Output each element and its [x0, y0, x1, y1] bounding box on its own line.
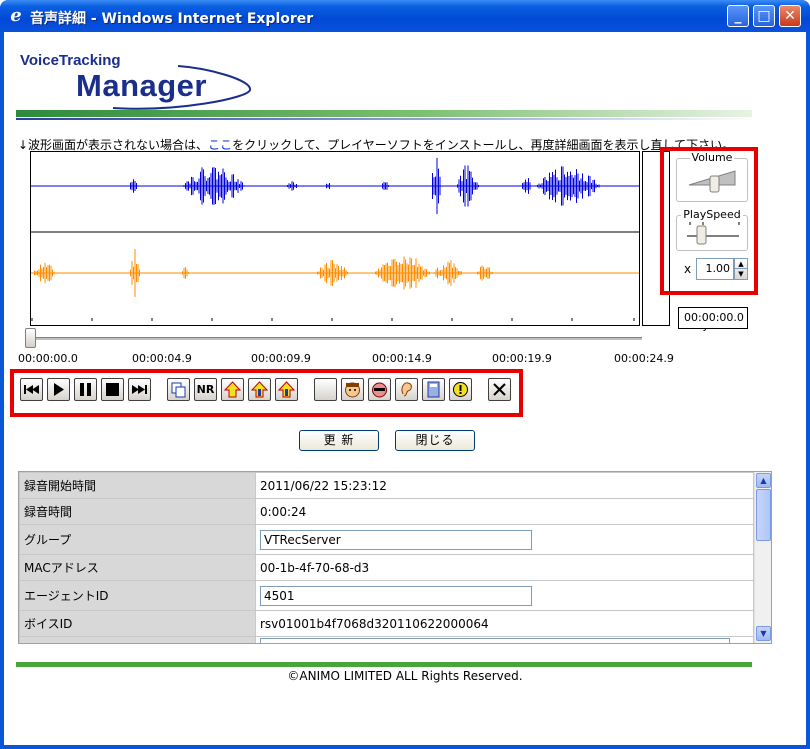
scroll-up-icon[interactable]: ▲	[756, 473, 771, 488]
scroll-down-icon[interactable]: ▼	[756, 626, 771, 641]
window-title: 音声詳細 - Windows Internet Explorer	[30, 11, 314, 27]
seek-slider-thumb[interactable]	[25, 328, 36, 348]
row-value: 0:00:24	[255, 498, 754, 525]
table-row: 録音開始時間 2011/06/22 15:23:12	[19, 472, 754, 499]
timeline-ticks	[31, 318, 635, 321]
toolbar-highlight-box	[10, 369, 523, 417]
close-button[interactable]: 閉じる	[395, 430, 475, 451]
close-window-button[interactable]: ✕	[779, 5, 801, 27]
table-row	[19, 636, 754, 643]
page-content: VoiceTracking Manager ↓波形画面が表示されない場合は、ここ…	[4, 32, 806, 745]
notice-suffix: をクリックして、プレイヤーソフトをインストールし、再度詳細画面を表示し直して下さ…	[232, 138, 735, 152]
seek-slider-track[interactable]	[30, 337, 642, 340]
time-label: 00:00:09.9	[251, 352, 311, 365]
waveform-display[interactable]	[30, 151, 640, 326]
time-label: 00:00:19.9	[492, 352, 552, 365]
info-scrollbar[interactable]: ▲ ▼	[754, 472, 771, 643]
browser-window: e 音声詳細 - Windows Internet Explorer _ □ ✕…	[0, 0, 810, 749]
group-input[interactable]: VTRecServer	[260, 529, 532, 550]
row-value: 2011/06/22 15:23:12	[255, 472, 754, 499]
row-key	[19, 636, 256, 643]
header-rule	[16, 110, 752, 117]
notice-prefix: ↓波形画面が表示されない場合は、	[18, 138, 209, 152]
row-key: MACアドレス	[19, 554, 256, 581]
table-row: ボイスID rsv01001b4f7068d320110622000064	[19, 610, 754, 637]
header-rule-thin	[16, 118, 752, 120]
time-label: 00:00:04.9	[132, 352, 192, 365]
next-row-input[interactable]	[260, 638, 730, 643]
row-value: rsv01001b4f7068d320110622000064	[255, 610, 754, 637]
time-label: 00:00:00.0	[18, 352, 78, 365]
recording-info-panel: 録音開始時間 2011/06/22 15:23:12 録音時間 0:00:24 …	[18, 471, 772, 644]
settings-highlight-box	[660, 147, 758, 295]
footer-rule	[16, 662, 752, 667]
waveform-svg	[31, 157, 639, 297]
time-label: 00:00:14.9	[372, 352, 432, 365]
row-key: エージェントID	[19, 580, 256, 611]
minimize-button[interactable]: _	[727, 5, 749, 27]
table-row: 録音時間 0:00:24	[19, 498, 754, 525]
table-row: MACアドレス 00-1b-4f-70-68-d3	[19, 554, 754, 581]
scroll-thumb[interactable]	[756, 489, 771, 541]
row-key: 録音開始時間	[19, 472, 256, 499]
recording-info-table: 録音開始時間 2011/06/22 15:23:12 録音時間 0:00:24 …	[19, 472, 754, 643]
table-row: グループ VTRecServer	[19, 524, 754, 555]
row-key: ボイスID	[19, 610, 256, 637]
title-bar[interactable]: e 音声詳細 - Windows Internet Explorer _ □ ✕	[0, 0, 810, 32]
install-player-link[interactable]: ここ	[208, 138, 232, 152]
maximize-button[interactable]: □	[753, 5, 775, 27]
refresh-button[interactable]: 更 新	[299, 430, 379, 451]
table-row: エージェントID 4501	[19, 580, 754, 611]
time-label: 00:00:24.9	[614, 352, 674, 365]
row-value: 00-1b-4f-70-68-d3	[255, 554, 754, 581]
agent-id-input[interactable]: 4501	[260, 585, 532, 606]
row-key: 録音時間	[19, 498, 256, 525]
playtime-display: 00:00:00.0	[678, 307, 748, 329]
ie-logo-icon: e	[10, 5, 22, 26]
row-key: グループ	[19, 524, 256, 555]
copyright-text: ©ANIMO LIMITED ALL Rights Reserved.	[287, 669, 523, 683]
